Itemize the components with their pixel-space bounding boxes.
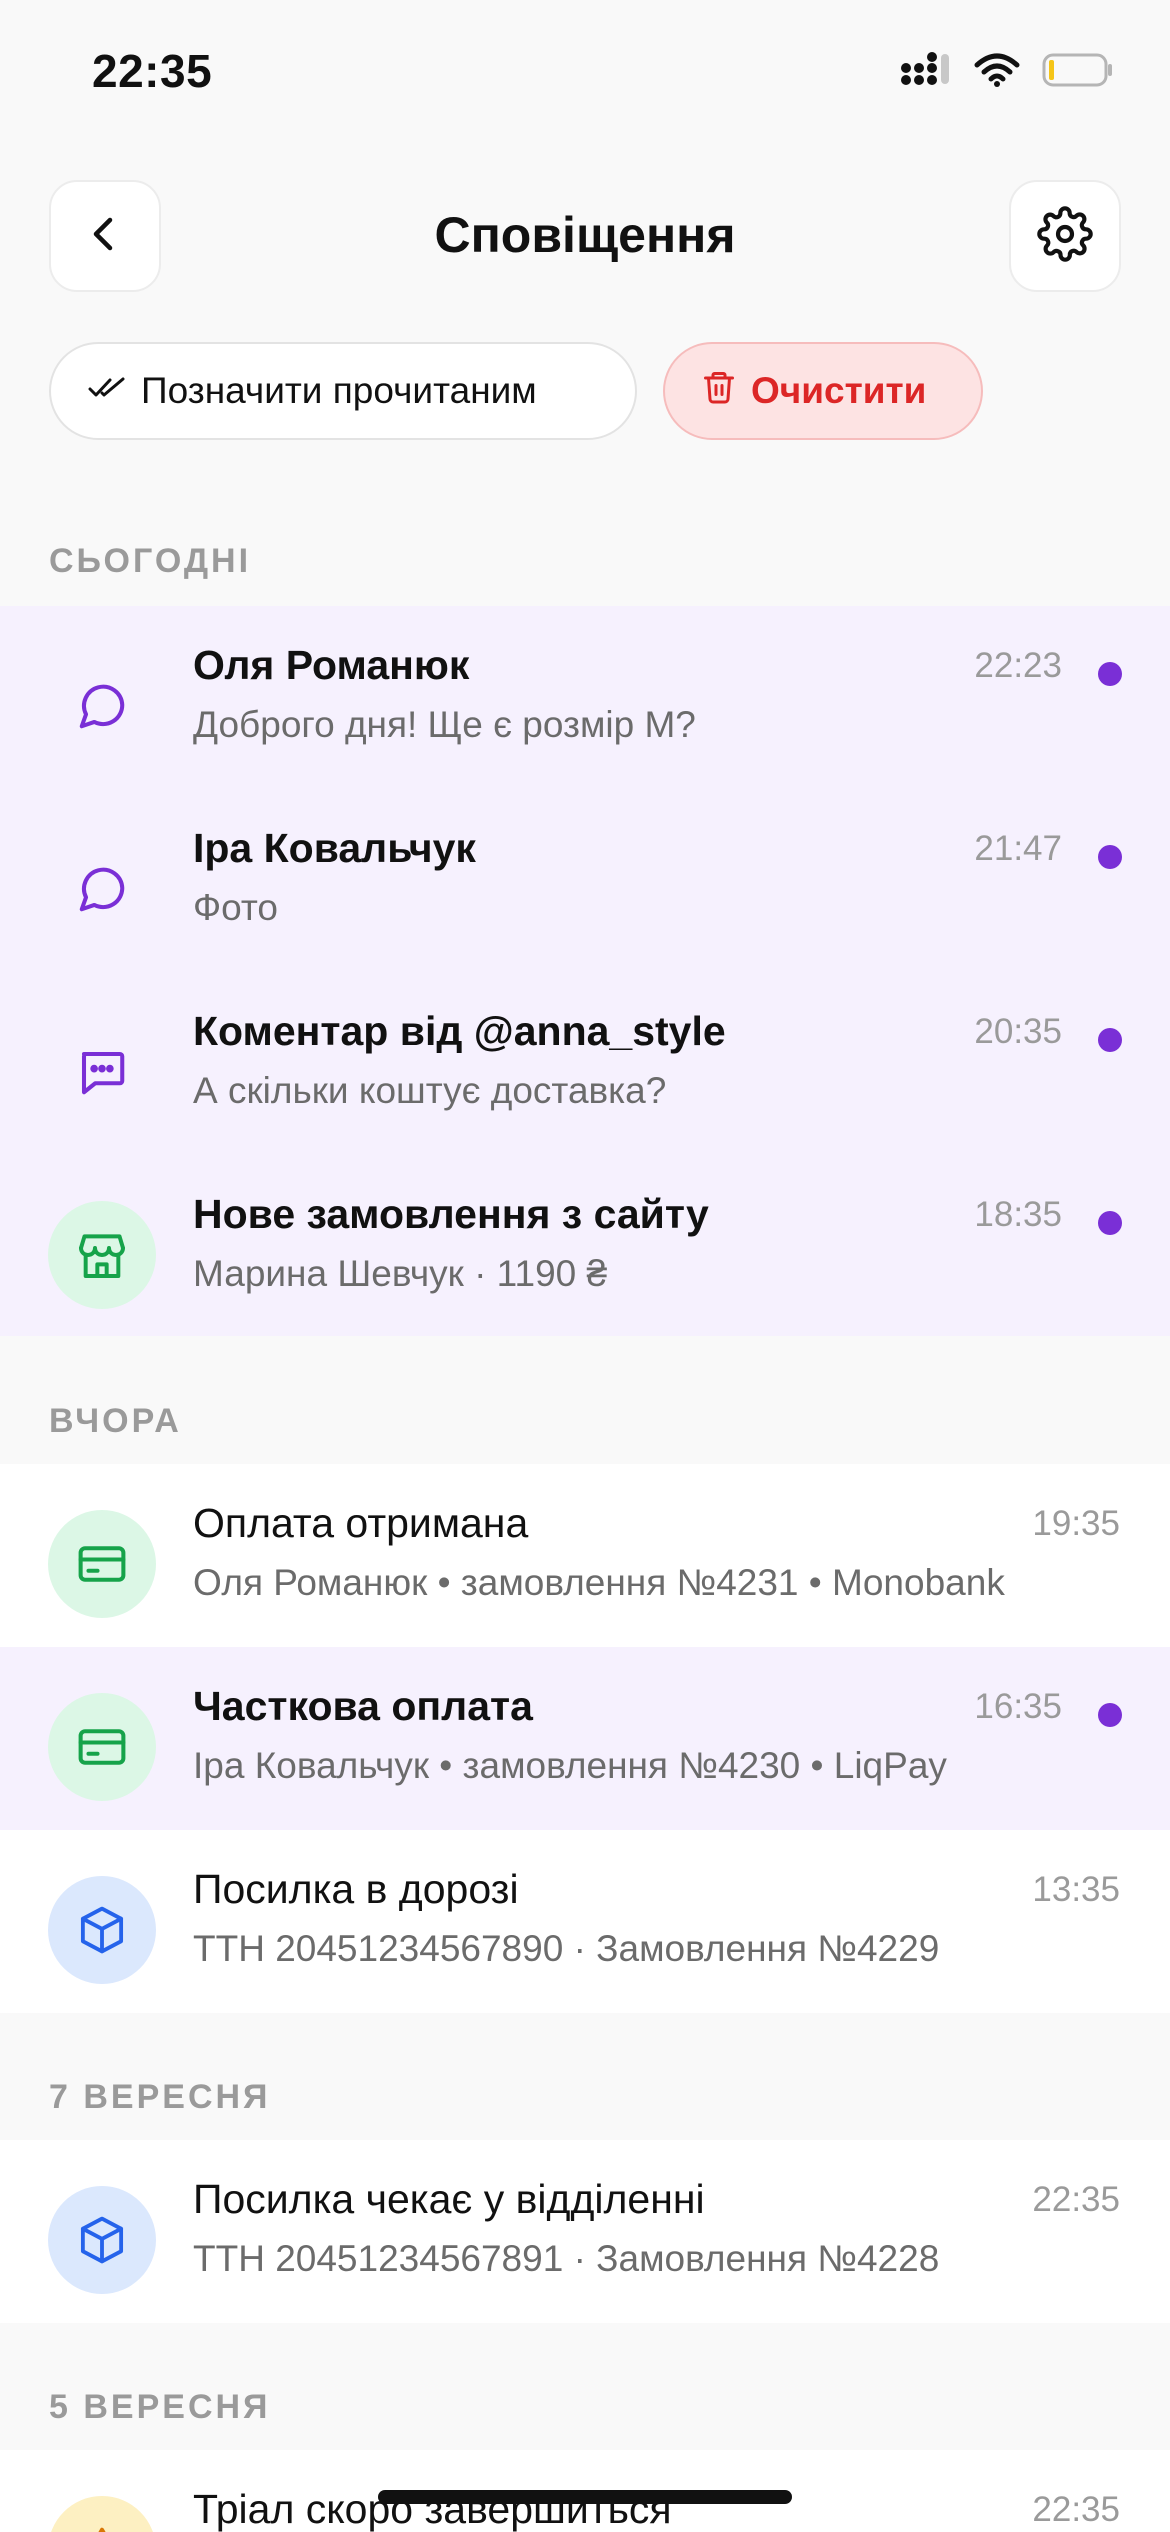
mark-read-label: Позначити прочитаним xyxy=(141,370,537,411)
notification-row[interactable]: Часткова оплата Іра Ковальчук • замовлен… xyxy=(0,1647,1170,1830)
section-today: СЬОГОДНІ xyxy=(49,542,252,580)
notification-row[interactable]: Оля Романюк Доброго дня! Ще є розмір М? … xyxy=(0,606,1170,789)
wifi-icon xyxy=(974,53,1020,92)
status-icons xyxy=(900,52,1114,93)
chat-bubble-icon xyxy=(48,835,156,943)
notification-row[interactable]: Коментар від @anna_style А скільки кошту… xyxy=(0,972,1170,1155)
notification-subtitle: ТТН 20451234567891 · Замовлення №4228 xyxy=(193,2238,940,2279)
notification-time: 22:35 xyxy=(1032,2180,1120,2219)
header: Сповіщення xyxy=(0,180,1170,294)
notification-time: 22:35 xyxy=(1032,2490,1120,2529)
notification-row[interactable]: Посилка в дорозі ТТН 20451234567890 · За… xyxy=(0,1830,1170,2013)
notification-row[interactable]: Нове замовлення з сайту Марина Шевчук · … xyxy=(0,1155,1170,1336)
notification-subtitle: Оля Романюк • замовлення №4231 • Monoban… xyxy=(193,1562,1005,1603)
comment-icon xyxy=(48,1018,156,1126)
notification-title: Коментар від @anna_style xyxy=(193,1008,726,1054)
notification-row[interactable]: Оплата отримана Оля Романюк • замовлення… xyxy=(0,1464,1170,1647)
notification-time: 20:35 xyxy=(974,1012,1062,1051)
card-icon xyxy=(48,1510,156,1618)
status-bar: 22:35 xyxy=(0,0,1170,140)
unread-dot xyxy=(1098,845,1122,869)
unread-dot xyxy=(1098,1211,1122,1235)
mark-read-button[interactable]: Позначити прочитаним xyxy=(49,342,637,440)
clear-button[interactable]: Очистити xyxy=(663,342,983,440)
section-sep7: 7 ВЕРЕСНЯ xyxy=(49,2078,271,2116)
store-icon xyxy=(48,1201,156,1309)
section-sep5: 5 ВЕРЕСНЯ xyxy=(49,2388,271,2426)
notification-subtitle: А скільки коштує доставка? xyxy=(193,1070,667,1111)
notification-time: 19:35 xyxy=(1032,1504,1120,1543)
notification-title: Іра Ковальчук xyxy=(193,825,476,871)
double-check-icon xyxy=(87,370,127,412)
notification-title: Часткова оплата xyxy=(193,1683,533,1729)
notification-subtitle: Іра Ковальчук • замовлення №4230 • LiqPa… xyxy=(193,1745,947,1786)
page-title: Сповіщення xyxy=(434,207,736,263)
notification-title: Посилка чекає у відділенні xyxy=(193,2176,705,2222)
notification-row[interactable]: Іра Ковальчук Фото 21:47 xyxy=(0,789,1170,972)
section-yesterday: ВЧОРА xyxy=(49,1402,182,1440)
warning-icon xyxy=(48,2496,156,2532)
card-icon xyxy=(48,1693,156,1801)
notification-time: 13:35 xyxy=(1032,1870,1120,1909)
notification-title: Посилка в дорозі xyxy=(193,1866,519,1912)
notification-time: 21:47 xyxy=(974,829,1062,868)
package-icon xyxy=(48,2186,156,2294)
notification-subtitle: Марина Шевчук · 1190 ₴ xyxy=(193,1253,608,1294)
package-icon xyxy=(48,1876,156,1984)
notification-subtitle: Доброго дня! Ще є розмір М? xyxy=(193,704,696,745)
notification-row[interactable]: Посилка чекає у відділенні ТТН 204512345… xyxy=(0,2140,1170,2323)
unread-dot xyxy=(1098,1703,1122,1727)
unread-dot xyxy=(1098,662,1122,686)
home-indicator[interactable] xyxy=(378,2490,792,2504)
notification-title: Нове замовлення з сайту xyxy=(193,1191,709,1237)
notification-subtitle: ТТН 20451234567890 · Замовлення №4229 xyxy=(193,1928,940,1969)
unread-dot xyxy=(1098,1028,1122,1052)
notification-time: 22:23 xyxy=(974,646,1062,685)
status-time: 22:35 xyxy=(92,45,213,97)
notification-title: Оля Романюк xyxy=(193,642,470,688)
trash-icon xyxy=(701,367,737,416)
actions-bar: Позначити прочитаним Очистити xyxy=(49,342,983,440)
signal-icon xyxy=(900,52,952,93)
notification-subtitle: Фото xyxy=(193,887,279,928)
settings-button[interactable] xyxy=(1009,180,1121,292)
notification-title: Оплата отримана xyxy=(193,1500,529,1546)
battery-icon xyxy=(1042,52,1114,93)
notification-time: 16:35 xyxy=(974,1687,1062,1726)
notifications-screen: 22:35 Сповіщення Позначити прочитаним Оч… xyxy=(0,0,1170,2532)
notification-time: 18:35 xyxy=(974,1195,1062,1234)
chat-bubble-icon xyxy=(48,652,156,760)
clear-label: Очистити xyxy=(751,370,927,411)
gear-icon xyxy=(1037,205,1093,267)
